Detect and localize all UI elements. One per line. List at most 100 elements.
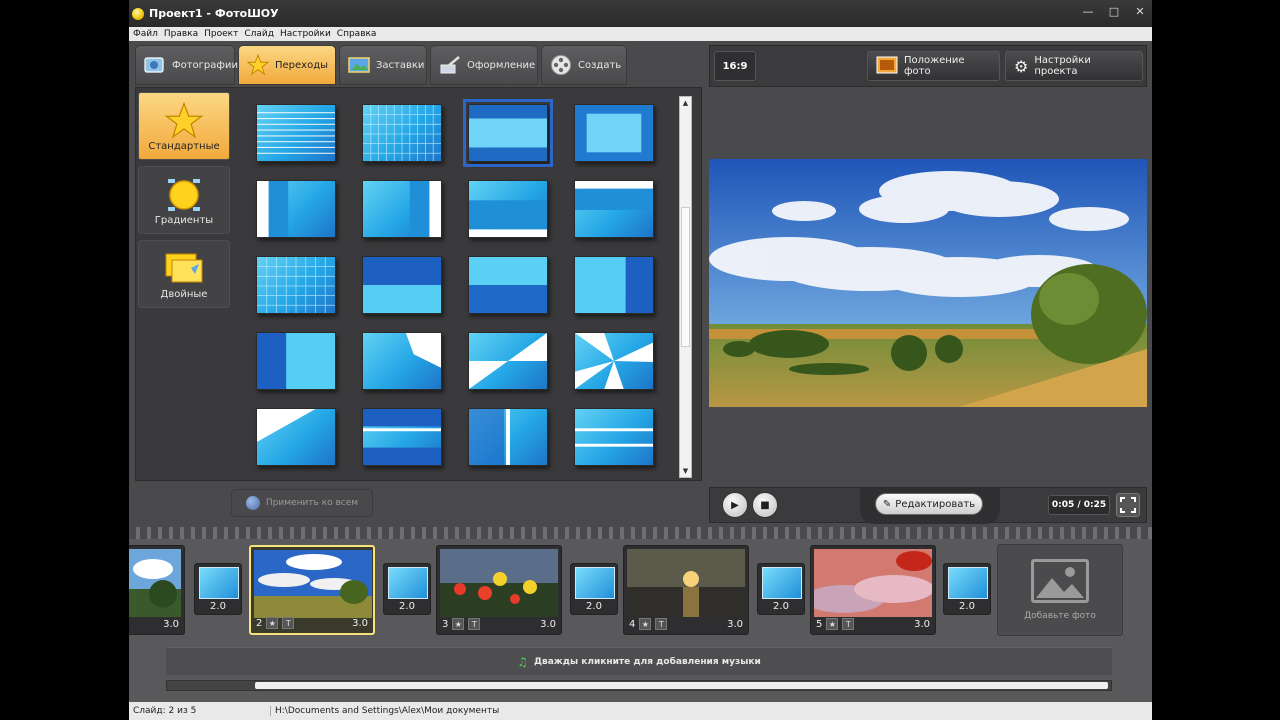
transition-thumb[interactable] <box>362 408 442 466</box>
transition-item[interactable]: 2.0 <box>383 563 431 615</box>
apply-to-all-button[interactable]: Применить ко всем <box>231 489 373 517</box>
transitions-panel: Стандартные Градиенты Двойные ▲ ▼ <box>135 87 702 481</box>
menu-bar: Файл Правка Проект Слайд Настройки Справ… <box>129 27 1152 41</box>
gear-icon: ⚙ <box>1014 56 1029 76</box>
star-icon[interactable]: ★ <box>639 618 652 630</box>
slide-item[interactable]: 3.0 <box>129 545 185 635</box>
film-reel-icon <box>550 55 572 75</box>
apply-icon <box>245 496 260 510</box>
status-bar: Слайд: 2 из 5 H:\Documents and Settings\… <box>129 702 1152 720</box>
transition-thumb[interactable] <box>574 408 654 466</box>
transition-item[interactable]: 2.0 <box>757 563 805 615</box>
window-title: Проект1 - ФотоШОУ <box>149 7 279 20</box>
category-standard[interactable]: Стандартные <box>138 92 230 160</box>
maximize-icon[interactable]: □ <box>1108 6 1120 18</box>
timeline: 3.0 2.0 2 ★ T 3.0 2.0 3 ★ T 3.0 2.0 4 ★ … <box>129 527 1152 702</box>
transition-item[interactable]: 2.0 <box>194 563 242 615</box>
tab-photos[interactable]: Фотографии <box>135 45 238 85</box>
transition-thumb[interactable] <box>256 104 336 162</box>
tab-screensavers[interactable]: Заставки <box>339 45 427 85</box>
preview-area <box>709 87 1147 485</box>
tab-create[interactable]: Создать <box>541 45 627 85</box>
transition-thumb[interactable] <box>362 104 442 162</box>
transition-thumb[interactable] <box>574 104 654 162</box>
fullscreen-button[interactable] <box>1116 493 1140 517</box>
brush-icon <box>439 55 461 75</box>
slide-item[interactable]: 5 ★ T 3.0 <box>810 545 936 635</box>
transition-item[interactable]: 2.0 <box>943 563 991 615</box>
star-icon[interactable]: ★ <box>266 617 279 629</box>
picture-icon <box>348 55 370 75</box>
film-strip <box>129 527 1152 539</box>
text-icon[interactable]: T <box>842 618 855 630</box>
photo-position-button[interactable]: Положение фото <box>867 51 1000 81</box>
music-note-icon: ♫ <box>517 654 528 669</box>
stop-icon: ■ <box>760 499 770 511</box>
play-icon: ▶ <box>731 499 739 511</box>
transition-thumb[interactable] <box>574 256 654 314</box>
project-settings-button[interactable]: ⚙ Настройки проекта <box>1005 51 1143 81</box>
menu-file[interactable]: Файл <box>133 29 158 39</box>
transition-thumb[interactable] <box>362 256 442 314</box>
app-logo-icon <box>132 7 144 20</box>
transition-thumb[interactable] <box>574 332 654 390</box>
tab-transitions[interactable]: Переходы <box>238 45 336 85</box>
scroll-thumb[interactable] <box>681 207 690 347</box>
transition-thumb[interactable] <box>574 180 654 238</box>
scroll-down-icon[interactable]: ▼ <box>680 465 691 477</box>
play-button[interactable]: ▶ <box>722 492 748 518</box>
menu-settings[interactable]: Настройки <box>280 29 331 39</box>
scroll-up-icon[interactable]: ▲ <box>680 97 691 109</box>
close-icon[interactable]: ✕ <box>1134 6 1146 18</box>
status-slide-count: Слайд: 2 из 5 <box>129 706 271 716</box>
status-path: H:\Documents and Settings\Alex\Мои докум… <box>275 706 500 716</box>
transition-thumb[interactable] <box>468 180 548 238</box>
star-icon[interactable]: ★ <box>826 618 839 630</box>
add-photo-button[interactable]: Добавьте фото <box>997 544 1123 636</box>
slide-preview-image <box>709 159 1147 407</box>
time-display: 0:05 / 0:25 <box>1048 495 1110 515</box>
player-bar: ▶ ■ ✎ Редактировать 0:05 / 0:25 <box>709 487 1147 524</box>
text-icon[interactable]: T <box>282 617 295 629</box>
star-icon <box>247 54 269 76</box>
transition-thumb[interactable] <box>256 256 336 314</box>
menu-help[interactable]: Справка <box>337 29 377 39</box>
tab-design[interactable]: Оформление <box>430 45 538 85</box>
transition-thumb[interactable] <box>468 332 548 390</box>
star-icon <box>162 101 206 141</box>
slide-item[interactable]: 3 ★ T 3.0 <box>436 545 562 635</box>
text-icon[interactable]: T <box>655 618 668 630</box>
minimize-icon[interactable]: — <box>1082 6 1094 18</box>
transition-thumb[interactable] <box>256 332 336 390</box>
timeline-scrollbar[interactable] <box>166 680 1112 691</box>
fullscreen-icon <box>1120 497 1136 513</box>
transition-thumb[interactable] <box>362 180 442 238</box>
transition-thumb-selected[interactable] <box>463 99 553 167</box>
timeline-scroll-thumb[interactable] <box>255 682 1108 689</box>
category-double[interactable]: Двойные <box>138 240 230 308</box>
aspect-ratio-button[interactable]: 16:9 <box>714 51 756 81</box>
menu-edit[interactable]: Правка <box>164 29 198 39</box>
transition-thumb[interactable] <box>256 180 336 238</box>
transition-thumb[interactable] <box>468 256 548 314</box>
slide-item[interactable]: 4 ★ T 3.0 <box>623 545 749 635</box>
menu-slide[interactable]: Слайд <box>244 29 274 39</box>
menu-project[interactable]: Проект <box>204 29 238 39</box>
main-tabs: Фотографии Переходы Заставки Оформление … <box>135 45 627 85</box>
photo-position-icon <box>876 56 898 77</box>
text-icon[interactable]: T <box>468 618 481 630</box>
star-icon[interactable]: ★ <box>452 618 465 630</box>
transition-scrollbar[interactable]: ▲ ▼ <box>679 96 692 478</box>
slide-item-selected[interactable]: 2 ★ T 3.0 <box>249 545 375 635</box>
transition-item[interactable]: 2.0 <box>570 563 618 615</box>
transition-thumb[interactable] <box>468 408 548 466</box>
category-gradients[interactable]: Градиенты <box>138 166 230 234</box>
preview-toolbar: 16:9 Положение фото ⚙ Настройки проекта <box>709 45 1147 87</box>
music-track[interactable]: ♫ Дважды кликните для добавления музыки <box>166 647 1112 675</box>
edit-button[interactable]: ✎ Редактировать <box>875 493 983 515</box>
double-icon <box>162 249 206 289</box>
add-image-icon <box>1031 559 1089 603</box>
transition-thumb[interactable] <box>256 408 336 466</box>
transition-thumb[interactable] <box>362 332 442 390</box>
stop-button[interactable]: ■ <box>752 492 778 518</box>
